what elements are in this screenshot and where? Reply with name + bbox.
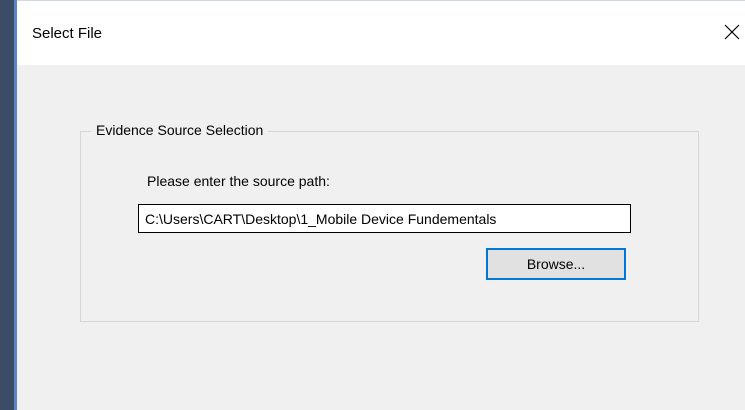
- dialog-title: Select File: [32, 25, 103, 42]
- source-path-label: Please enter the source path:: [147, 173, 330, 189]
- desktop-backdrop: [0, 0, 14, 410]
- dialog-titlebar[interactable]: Select File: [17, 1, 745, 65]
- browse-button[interactable]: Browse...: [486, 248, 626, 280]
- close-button[interactable]: [719, 15, 745, 47]
- select-file-dialog: Select File Evidence Source Selection Pl…: [17, 0, 745, 410]
- close-icon: [724, 24, 740, 40]
- source-path-input[interactable]: [138, 204, 631, 233]
- groupbox-title: Evidence Source Selection: [91, 122, 269, 138]
